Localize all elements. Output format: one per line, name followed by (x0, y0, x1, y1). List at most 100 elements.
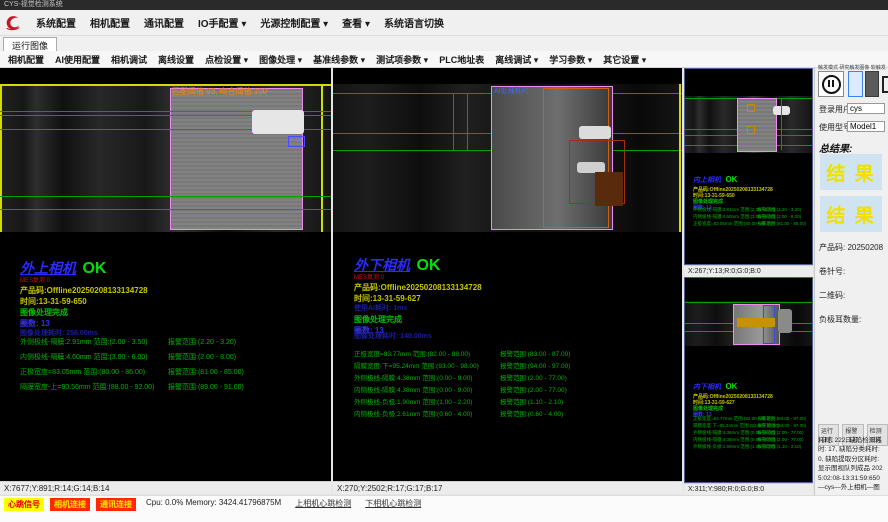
measurement-row: 正极宽度=83.77mm 范围:(82.00 - 88.00) 报警范围:(83… (354, 348, 678, 360)
login-user-field[interactable] (847, 103, 885, 114)
small-top-camera-name: 内上相机 (693, 177, 721, 184)
small-bottom-camera-image[interactable] (685, 301, 812, 346)
mid-mes-line: MES复测:0 (354, 275, 482, 282)
toolbar-item-spotcheck-settings[interactable]: 点检设置 ▾ (205, 53, 248, 66)
small-bottom-measurements: 正极宽度=83.77mm 范围:(82.00 - 88.00)报警范围:(83.… (693, 416, 810, 451)
operator-button[interactable] (865, 71, 879, 97)
menu-item-comm-config[interactable]: 通讯配置 (144, 15, 184, 30)
measurement-row: 隔膜宽度-下=95.24mm 范围:(93.00 - 98.00) 报警范围:(… (354, 360, 678, 372)
measurement-row: 内侧极线-负极:2.61mm 范围:(0.60 - 4.00) 报警范围:(0.… (354, 408, 678, 420)
window-titlebar: CYS-视觉检测系统 (0, 0, 888, 10)
left-time: 时间:13-31-59-650 (20, 296, 148, 307)
model-field[interactable] (847, 121, 885, 132)
menu-item-view[interactable]: 查看 ▾ (342, 15, 370, 30)
measurement-row: 隔膜宽度-下=95.24mm 范围:(93.00 - 98.00)报警范围:(9… (693, 423, 810, 430)
pause-icon (822, 75, 841, 94)
mid-camera-image[interactable]: AI处理耗时 (333, 84, 682, 232)
toolbar-item-plc-address[interactable]: PLC地址表 (439, 53, 484, 66)
left-product-code: 产品码:Offline20250208133134728 (20, 285, 148, 296)
measurement-row: 隔膜宽度-上=90.56mm 范围:(88.00 - 92.00) 报警范围:(… (20, 382, 327, 397)
app-window: CYS-视觉检测系统 系统配置 相机配置 通讯配置 IO手配置 ▾ 光源控制配置… (0, 0, 888, 522)
left-result-block: 外上相机 OK MES复测:0 产品码:Offline2025020813313… (20, 258, 148, 339)
toolbar-item-offline-debug[interactable]: 离线调试 ▾ (495, 53, 538, 66)
mid-pixel-coords: X:270;Y:2502;R:17;G:17;B:17 (333, 481, 682, 494)
small-bottom-ok-status: OK (725, 382, 737, 391)
comm-connection-badge: 通讯连接 (96, 498, 136, 511)
result-box-upper: 结 果 (820, 154, 882, 190)
measurement-row: 外侧极线-隔膜:4.38mm 范围:(0.00 - 9.00)报警范围:(2.0… (693, 430, 810, 437)
result-box-lower: 结 果 (820, 196, 882, 232)
toolbar-item-offline-settings[interactable]: 离线设置 (158, 53, 194, 66)
measurement-row: 内侧极线-隔膜:4.60mm 范围:(3.00 - 6.00) 报警范围:(2.… (20, 352, 327, 367)
measurement-row: 内侧极线-隔膜:4.60mm 范围:(3.00 - 6.00)报警范围:(2.0… (693, 214, 810, 221)
needle-number-label: 卷针号: (819, 266, 845, 277)
status-bar: 心跳信号 相机连接 通讯连接 Cpu: 0.0% Memory: 3424.41… (0, 495, 888, 522)
camera-connection-badge: 相机连接 (50, 498, 90, 511)
mid-process-time: 图像处理耗时: 140.00ms (354, 332, 432, 342)
measurement-row: 正极宽度=83.77mm 范围:(82.00 - 88.00)报警范围:(83.… (693, 416, 810, 423)
menu-item-camera-config[interactable]: 相机配置 (90, 15, 130, 30)
left-measurements: 外侧极线-隔膜:2.91mm 范围:(2.00 - 3.50) 报警范围:(2.… (20, 337, 327, 397)
mid-brown-region (595, 172, 623, 206)
small-top-ok-status: OK (725, 175, 737, 184)
right-control-panel: 触发模式 研究触发图像 软触发两次 → 登录用户: 使用型号: 总结果: 结 果… (814, 68, 888, 495)
menu-item-io-config[interactable]: IO手配置 ▾ (198, 15, 246, 30)
left-ok-status: OK (82, 260, 106, 277)
product-code-line: 产品码: 20250208 (819, 242, 883, 253)
heartbeat-signal-badge: 心跳信号 (4, 498, 44, 511)
upper-camera-heartbeat-link[interactable]: 上相机心跳检测 (295, 498, 351, 509)
lower-camera-heartbeat-link[interactable]: 下相机心跳检测 (365, 498, 421, 509)
toolbar-item-other-settings[interactable]: 其它设置 ▾ (603, 53, 646, 66)
mid-ai-overlay: AI处理耗时 (494, 86, 529, 96)
toolbar-item-baseline-params[interactable]: 基准线参数 ▾ (313, 53, 365, 66)
small-top-camera-panel: 内上相机 OK 产品码:Offline20250208133134728 时间:… (684, 68, 813, 265)
mid-measurements: 正极宽度=83.77mm 范围:(82.00 - 88.00) 报警范围:(83… (354, 348, 678, 420)
small-top-measurements: 外侧极线-隔膜:2.91mm 范围:(2.00 - 3.50)报警范围:(2.2… (693, 207, 810, 228)
left-tab-connector (252, 110, 304, 134)
menu-bar: 系统配置 相机配置 通讯配置 IO手配置 ▾ 光源控制配置 ▾ 查看 ▾ 系统语… (0, 10, 888, 36)
toolbar-item-test-params[interactable]: 测试项参数 ▾ (376, 53, 428, 66)
left-pixel-coords: X:7677;Y:891;R:14;G:14;B:14 (0, 481, 331, 494)
menu-item-language-switch[interactable]: 系统语言切换 (384, 15, 444, 30)
small-bottom-camera-panel: 内下相机 OK 产品码:Offline20250208133134728 时间:… (684, 277, 813, 483)
pause-button[interactable] (818, 71, 844, 97)
toolbar-item-camera-config[interactable]: 相机配置 (8, 53, 44, 66)
small-bottom-camera-name: 内下相机 (693, 384, 721, 391)
small-bottom-defect-highlight (737, 318, 775, 327)
small-top-camera-image[interactable] (685, 96, 812, 153)
toolbar-item-camera-debug[interactable]: 相机调试 (111, 53, 147, 66)
left-loop-count: 圈数: 13 (20, 318, 148, 329)
menu-item-light-config[interactable]: 光源控制配置 ▾ (260, 15, 328, 30)
negative-tab-count-label: 负极耳数量: (819, 314, 861, 325)
small-bottom-result-block: 内下相机 OK 产品码:Offline20250208133134728 时间:… (693, 376, 773, 418)
left-roi-marker: R:68 (288, 136, 305, 147)
toolbar-item-ai-config[interactable]: AI使用配置 (55, 53, 100, 66)
measurement-row: 外侧极线-负极:1.90mm 范围:(1.00 - 2.20) 报警范围:(1.… (354, 396, 678, 408)
user-login-button[interactable] (848, 71, 863, 97)
mid-time: 时间:13-31-59-627 (354, 293, 482, 304)
mid-bright-spot-1 (579, 126, 611, 139)
small-top-product-region (737, 98, 777, 152)
small-bottom-pixel-coords: X:311;Y:980;R:0;G:0;B:0 (684, 483, 813, 495)
mid-yellow-rightline (679, 84, 681, 232)
left-process-done: 图像处理完成 (20, 307, 148, 318)
small-top-orange-mark (747, 126, 755, 134)
app-logo-icon (4, 14, 22, 32)
small-top-orange-mark (747, 104, 755, 112)
exit-button[interactable]: → (881, 71, 888, 97)
measurement-row: 正极宽度=83.05mm 范围:(80.00 - 86.00)报警范围:(81.… (693, 221, 810, 228)
toolbar-item-image-processing[interactable]: 图像处理 ▾ (259, 53, 302, 66)
tab-strip: 运行图像 (0, 36, 888, 52)
cpu-memory-text: Cpu: 0.0% Memory: 3424.41796875M (146, 498, 281, 507)
mid-process-done: 图像处理完成 (354, 314, 482, 325)
left-camera-image[interactable]: R:68 匹配阈值:93, 吻合阈值:100 (0, 84, 331, 232)
measurement-row: 内侧极线-隔膜:4.38mm 范围:(0.00 - 9.00) 报警范围:(2.… (354, 384, 678, 396)
mid-camera-name: 外下相机 (354, 257, 410, 273)
measurement-row: 外侧极线-隔膜:2.91mm 范围:(2.00 - 3.50)报警范围:(2.2… (693, 207, 810, 214)
measurement-row: 内侧极线-隔膜:4.38mm 范围:(0.00 - 9.00)报警范围:(2.0… (693, 437, 810, 444)
menu-item-system-config[interactable]: 系统配置 (36, 15, 76, 30)
mid-ok-status: OK (416, 257, 440, 274)
qrcode-label: 二维码: (819, 290, 845, 301)
toolbar-item-learning-params[interactable]: 学习参数 ▾ (549, 53, 592, 66)
measurement-row: 外侧极线-隔膜:2.91mm 范围:(2.00 - 3.50) 报警范围:(2.… (20, 337, 327, 352)
